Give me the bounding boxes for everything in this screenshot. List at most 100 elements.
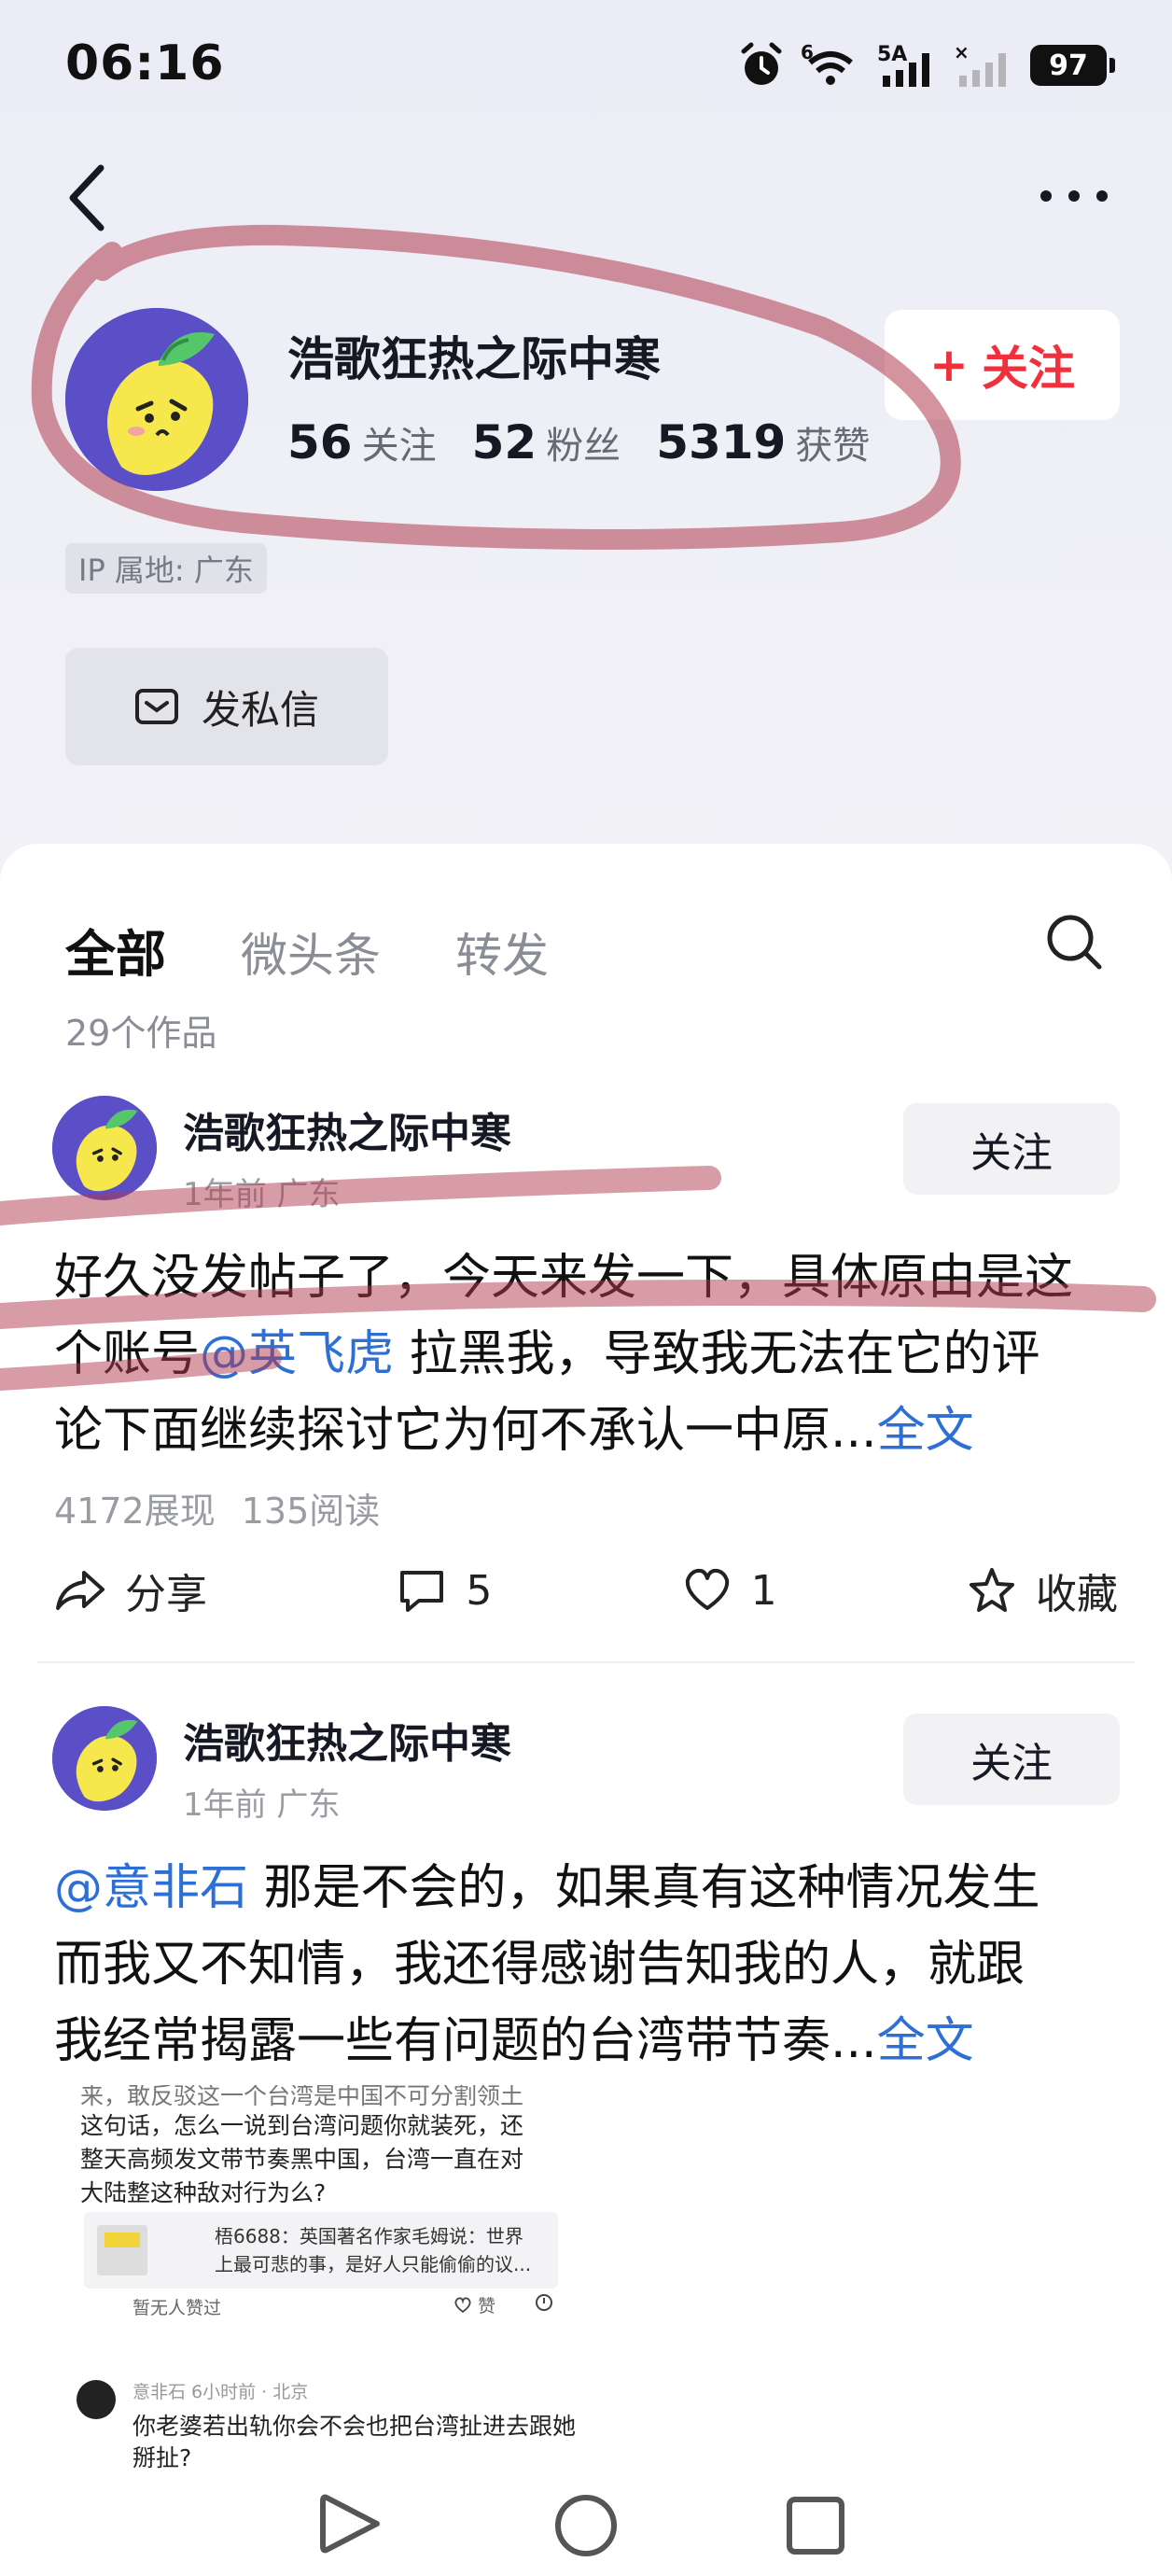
embed-more <box>534 2292 554 2317</box>
nav-recents-button[interactable] <box>778 2488 853 2563</box>
status-bar: 06:16 6 5A × 97 <box>0 0 1172 131</box>
embed-no-likes: 暂无人赞过 <box>133 2298 222 2318</box>
collect-label: 收藏 <box>1035 1571 1118 1618</box>
post-text-fragment: 个账号 <box>54 1326 201 1382</box>
ip-location-tag: IP 属地: 广东 <box>65 543 267 594</box>
profile-stats: 56 关注 52 粉丝 5319 获赞 <box>287 415 870 469</box>
embed-like-label: 赞 <box>478 2296 496 2317</box>
dm-label: 发私信 <box>201 686 319 733</box>
comment-icon <box>400 1571 444 1612</box>
post-text-line: 我经常揭露一些有问题的台湾带节奏...全文 <box>54 2003 1155 2079</box>
content-tabs: 全部 微头条 转发 <box>65 913 549 987</box>
mail-icon <box>134 689 178 724</box>
wifi-icon: 6 <box>801 41 860 90</box>
tab-reposts[interactable]: 转发 <box>455 918 549 986</box>
like-count: 1 <box>750 1566 777 1615</box>
share-icon <box>56 1571 105 1610</box>
post-author[interactable]: 浩歌狂热之际中寒 <box>183 1710 511 1770</box>
lemon-avatar-icon <box>65 308 248 491</box>
post-text-line: @意非石 那是不会的，如果真有这种情况发生 <box>54 1850 1155 1926</box>
post-text-line: 论下面继续探讨它为何不承认一中原...全文 <box>54 1393 1155 1469</box>
profile-name: 浩歌狂热之际中寒 <box>287 332 661 386</box>
alarm-icon <box>739 41 784 90</box>
collect-button[interactable]: 收藏 <box>967 1561 1118 1620</box>
tab-all[interactable]: 全部 <box>65 913 166 987</box>
star-icon <box>969 1568 1014 1612</box>
search-button[interactable] <box>1043 911 1105 973</box>
lemon-avatar-icon <box>52 1096 157 1200</box>
embed-commenter-meta: 意非石 6小时前 · 北京 <box>133 2382 309 2402</box>
svg-text:×: × <box>954 42 970 63</box>
post-text-line: 好久没发帖子了，今天来发一下，具体原由是这 <box>54 1250 1074 1306</box>
embed-quote-thumbnail-banner <box>105 2233 140 2247</box>
signal-x-icon: × <box>954 41 1013 90</box>
status-time: 06:16 <box>65 35 225 91</box>
nav-back-button[interactable] <box>317 2488 392 2563</box>
post-divider <box>37 1661 1135 1663</box>
full-text-link[interactable]: 全文 <box>877 2013 974 2069</box>
post-avatar[interactable] <box>52 1706 157 1811</box>
nav-home-button[interactable] <box>549 2488 623 2563</box>
dislike-icon <box>536 2294 552 2311</box>
embed-like: 赞 <box>453 2292 495 2317</box>
battery-level: 97 <box>1049 49 1088 82</box>
embed-text-line: 这句话，怎么一说到台湾问题你就装死，还 <box>80 2112 524 2139</box>
system-navigation-bar <box>0 2473 1172 2576</box>
embed-reply-line: 掰扯? <box>133 2444 192 2471</box>
embed-commenter-avatar <box>77 2380 116 2419</box>
share-label: 分享 <box>125 1571 207 1618</box>
comment-button[interactable]: 5 <box>397 1567 492 1615</box>
follow-button[interactable]: + 关注 <box>885 310 1120 420</box>
share-button[interactable]: 分享 <box>54 1561 207 1620</box>
post-text[interactable]: @意非石 那是不会的，如果真有这种情况发生 而我又不知情，我还得感谢告知我的人，… <box>54 1850 1155 2079</box>
post-stats: 4172展现 135阅读 <box>54 1482 380 1533</box>
status-icons: 6 5A × 97 <box>739 37 1115 93</box>
embed-text-line: 整天高频发文带节奏黑中国，台湾一直在对 <box>80 2146 524 2173</box>
stat-following[interactable]: 56 关注 <box>287 415 437 469</box>
comment-count: 5 <box>466 1566 493 1615</box>
mention-link[interactable]: @英飞虎 <box>200 1326 394 1382</box>
stat-num: 56 <box>287 415 353 469</box>
post-text-line: 而我又不知情，我还得感谢告知我的人，就跟 <box>54 1937 1026 1993</box>
heart-icon <box>454 2297 471 2313</box>
stat-num: 5319 <box>656 415 787 469</box>
stat-label: 获赞 <box>795 425 871 468</box>
post-text[interactable]: 好久没发帖子了，今天来发一下，具体原由是这 个账号@英飞虎 拉黑我，导致我无法在… <box>54 1239 1155 1469</box>
stat-num: 52 <box>471 415 537 469</box>
post-text-line: 个账号@英飞虎 拉黑我，导致我无法在它的评 <box>54 1316 1155 1393</box>
battery-icon: 97 <box>1030 45 1115 86</box>
stat-label: 关注 <box>361 425 437 468</box>
like-button[interactable]: 1 <box>682 1567 777 1615</box>
post-text-fragment: 拉黑我，导致我无法在它的评 <box>394 1326 1040 1382</box>
post-meta: 1年前 广东 <box>183 1786 341 1824</box>
post-author[interactable]: 浩歌狂热之际中寒 <box>183 1099 511 1159</box>
plus-icon: + <box>929 338 969 392</box>
signal-icon: 5A <box>877 41 937 90</box>
stat-likes: 5319 获赞 <box>656 415 870 469</box>
more-button[interactable] <box>1032 177 1116 215</box>
back-button[interactable] <box>58 161 123 235</box>
svg-text:5A: 5A <box>877 43 907 66</box>
full-text-link[interactable]: 全文 <box>877 1403 974 1459</box>
chevron-left-icon <box>69 164 105 231</box>
embed-text-line: 大陆整这种敌对行为么? <box>80 2179 327 2206</box>
post-avatar[interactable] <box>52 1096 157 1200</box>
lemon-avatar-icon <box>52 1706 157 1811</box>
reads-count: 135阅读 <box>241 1491 381 1532</box>
profile-avatar[interactable] <box>65 308 248 491</box>
heart-icon <box>685 1568 729 1610</box>
post-action-bar: 分享 5 1 收藏 <box>54 1553 1118 1628</box>
more-horizontal-icon <box>1040 190 1108 202</box>
post-follow-button[interactable]: 关注 <box>903 1103 1120 1195</box>
direct-message-button[interactable]: 发私信 <box>65 648 388 765</box>
post-text-fragment: 论下面继续探讨它为何不承认一中原... <box>54 1403 877 1459</box>
embed-quote-thumbnail <box>97 2225 147 2275</box>
search-icon <box>1047 915 1102 970</box>
tab-micro-posts[interactable]: 微头条 <box>241 918 381 986</box>
views-count: 4172展现 <box>54 1491 216 1532</box>
stat-followers[interactable]: 52 粉丝 <box>472 415 621 469</box>
post-follow-button[interactable]: 关注 <box>903 1714 1120 1805</box>
works-count: 29个作品 <box>65 1013 217 1054</box>
follow-label: 关注 <box>981 342 1075 396</box>
mention-link[interactable]: @意非石 <box>54 1860 248 1916</box>
